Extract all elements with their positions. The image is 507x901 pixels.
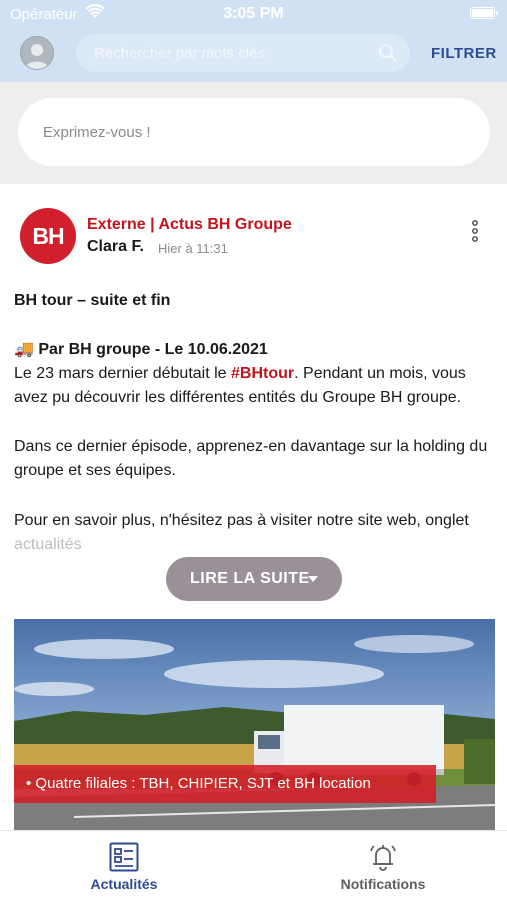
bottom-tab-bar: Actualités Notifications <box>0 830 507 901</box>
status-bar: Opérateur 3:05 PM <box>0 0 507 28</box>
composer-input[interactable]: Exprimez-vous ! <box>18 98 490 166</box>
byline-text: Par BH groupe - Le 10.06.2021 <box>38 341 268 358</box>
search-bar[interactable]: Rechercher par mots clés <box>76 34 410 72</box>
para1-start: Le 23 mars dernier débutait le <box>14 365 232 382</box>
bell-icon[interactable] <box>368 842 398 872</box>
post-author[interactable]: Clara F. <box>87 238 144 256</box>
post-byline: 🚚 Par BH groupe - Le 10.06.2021 <box>14 338 494 362</box>
read-more-label: LIRE LA SUITE <box>190 570 310 587</box>
read-more-button[interactable]: LIRE LA SUITE <box>166 557 342 601</box>
user-avatar[interactable] <box>20 36 54 70</box>
logo-text: BH <box>32 223 64 249</box>
post-paragraph-1: Le 23 mars dernier débutait le #BHtour. … <box>14 362 494 410</box>
post-paragraph-3-cut: actualités <box>14 536 82 553</box>
image-caption-band: • Quatre filiales : TBH, CHIPIER, SJT et… <box>14 765 436 803</box>
image-caption: • Quatre filiales : TBH, CHIPIER, SJT et… <box>26 775 371 792</box>
composer-placeholder: Exprimez-vous ! <box>43 124 151 141</box>
post-paragraph-3: Pour en savoir plus, n'hésitez pas à vis… <box>14 512 469 529</box>
newspaper-icon[interactable] <box>109 842 139 872</box>
more-options-icon[interactable] <box>468 220 482 242</box>
filter-button[interactable]: FILTRER <box>431 45 497 62</box>
search-input[interactable]: Rechercher par mots clés <box>94 45 265 62</box>
post-source-link[interactable]: Externe | Actus BH Groupe <box>87 216 292 234</box>
post-timestamp: Hier à 11:31 <box>158 241 228 256</box>
tab-actualites-label[interactable]: Actualités <box>0 876 248 892</box>
post-paragraph-2: Dans ce dernier épisode, apprenez-en dav… <box>14 438 488 479</box>
clock: 3:05 PM <box>223 5 284 22</box>
truck-icon: 🚚 <box>14 341 34 358</box>
hashtag-link[interactable]: #BHtour <box>231 365 294 382</box>
top-header: Opérateur 3:05 PM Rechercher par mots cl… <box>0 0 507 82</box>
tab-notifications-label[interactable]: Notifications <box>259 876 507 892</box>
composer-section: Exprimez-vous ! <box>0 82 507 184</box>
caret-down-icon <box>308 576 318 582</box>
bh-logo[interactable]: BH <box>20 208 76 264</box>
post-image[interactable]: • Quatre filiales : TBH, CHIPIER, SJT et… <box>14 619 495 830</box>
post-title: BH tour – suite et fin <box>14 292 171 309</box>
person-icon <box>25 44 49 69</box>
battery-icon <box>470 7 498 19</box>
search-icon[interactable] <box>378 43 398 63</box>
